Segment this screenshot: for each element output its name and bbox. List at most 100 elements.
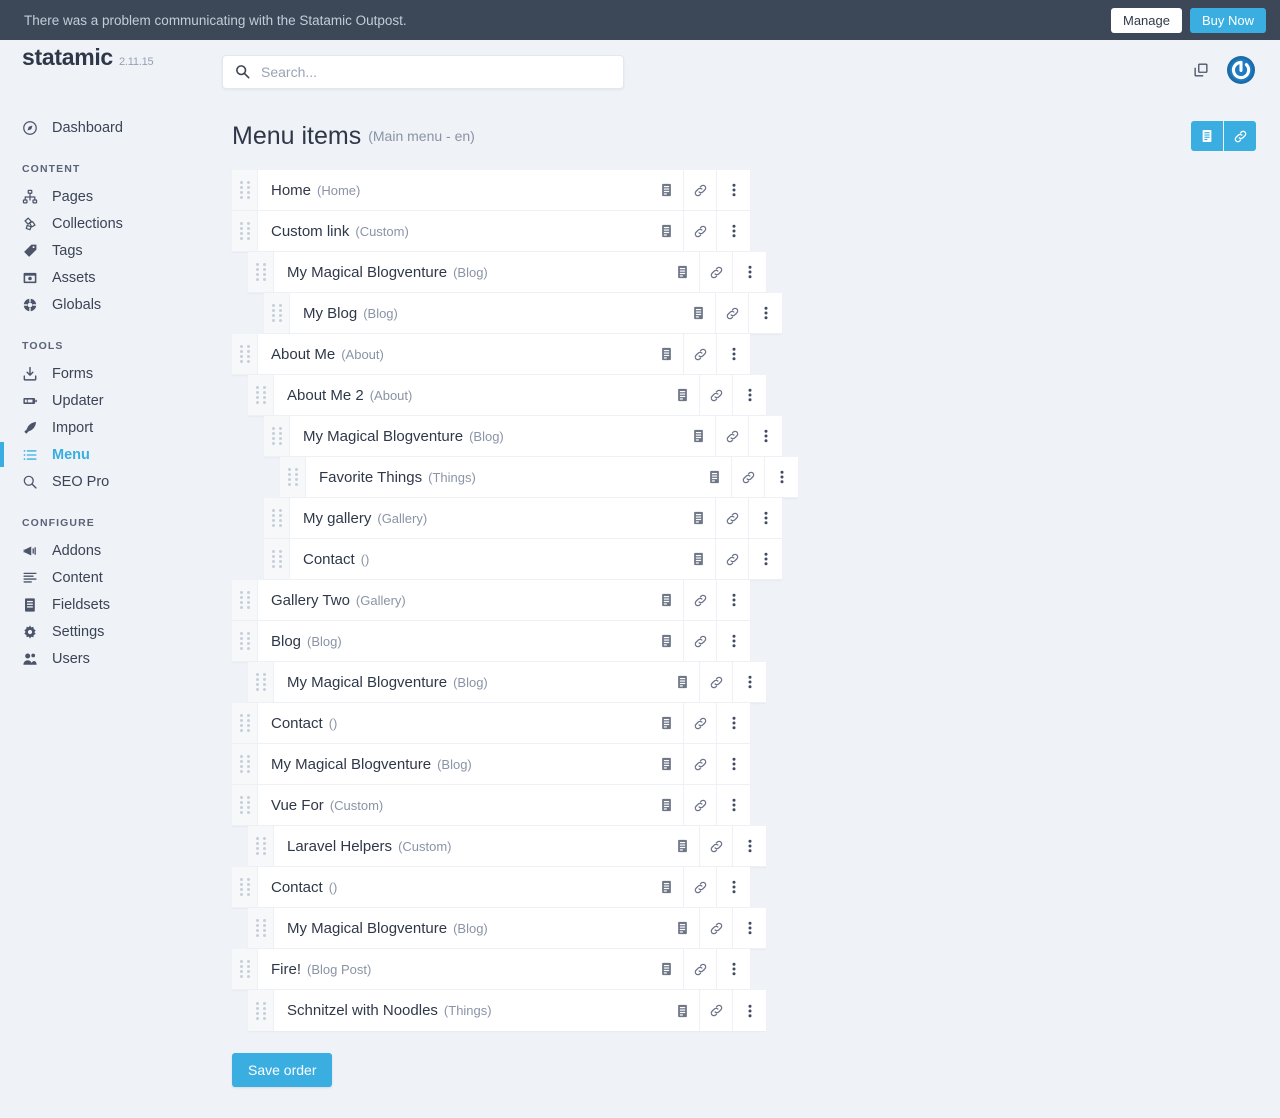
edit-page-icon[interactable] (698, 457, 731, 497)
menu-item-row[interactable]: Favorite Things(Things) (280, 457, 798, 498)
row-menu-icon[interactable] (716, 949, 750, 989)
edit-page-icon[interactable] (650, 211, 683, 251)
edit-link-icon[interactable] (715, 416, 748, 456)
sidebar-item-pages[interactable]: Pages (0, 183, 210, 210)
drag-handle[interactable] (248, 990, 274, 1031)
edit-link-icon[interactable] (699, 662, 732, 702)
edit-page-icon[interactable] (650, 785, 683, 825)
sidebar-item-fieldsets[interactable]: Fieldsets (0, 591, 210, 618)
drag-handle[interactable] (232, 744, 258, 784)
menu-item-row[interactable]: Home(Home) (232, 170, 750, 211)
sidebar-item-assets[interactable]: Assets (0, 264, 210, 291)
sidebar-item-settings[interactable]: Settings (0, 618, 210, 645)
sidebar-item-users[interactable]: Users (0, 645, 210, 672)
drag-handle[interactable] (232, 703, 258, 743)
sidebar-item-updater[interactable]: Updater (0, 387, 210, 414)
edit-page-icon[interactable] (650, 580, 683, 620)
drag-handle[interactable] (232, 211, 258, 251)
row-menu-icon[interactable] (716, 785, 750, 825)
manage-button[interactable]: Manage (1111, 8, 1182, 33)
row-menu-icon[interactable] (716, 580, 750, 620)
row-menu-icon[interactable] (748, 539, 782, 579)
edit-page-icon[interactable] (666, 826, 699, 866)
drag-handle[interactable] (232, 867, 258, 907)
row-menu-icon[interactable] (732, 375, 766, 415)
menu-item-row[interactable]: Blog(Blog) (232, 621, 750, 662)
row-menu-icon[interactable] (748, 293, 782, 333)
edit-page-icon[interactable] (682, 539, 715, 579)
edit-link-icon[interactable] (683, 744, 716, 784)
edit-link-icon[interactable] (699, 908, 732, 948)
menu-item-row[interactable]: Fire!(Blog Post) (232, 949, 750, 990)
edit-link-icon[interactable] (715, 498, 748, 538)
edit-link-icon[interactable] (731, 457, 764, 497)
sidebar-item-forms[interactable]: Forms (0, 360, 210, 387)
edit-link-icon[interactable] (715, 539, 748, 579)
edit-page-icon[interactable] (666, 375, 699, 415)
edit-link-icon[interactable] (683, 949, 716, 989)
row-menu-icon[interactable] (732, 252, 766, 292)
row-menu-icon[interactable] (716, 744, 750, 784)
edit-page-icon[interactable] (666, 908, 699, 948)
menu-item-row[interactable]: Schnitzel with Noodles(Things) (248, 990, 766, 1031)
menu-item-row[interactable]: Vue For(Custom) (232, 785, 750, 826)
row-menu-icon[interactable] (716, 334, 750, 374)
row-menu-icon[interactable] (716, 703, 750, 743)
row-menu-icon[interactable] (732, 826, 766, 866)
sidebar-item-dashboard[interactable]: Dashboard (0, 114, 210, 141)
row-menu-icon[interactable] (732, 662, 766, 702)
menu-item-row[interactable]: My Magical Blogventure(Blog) (264, 416, 782, 457)
user-avatar[interactable] (1226, 55, 1256, 90)
menu-item-row[interactable]: My Magical Blogventure(Blog) (232, 744, 750, 785)
menu-item-row[interactable]: My Magical Blogventure(Blog) (248, 908, 766, 949)
drag-handle[interactable] (232, 580, 258, 620)
row-menu-icon[interactable] (716, 867, 750, 907)
sidebar-item-menu[interactable]: Menu (0, 441, 210, 468)
edit-link-icon[interactable] (699, 375, 732, 415)
drag-handle[interactable] (280, 457, 306, 497)
menu-item-row[interactable]: Custom link(Custom) (232, 211, 750, 252)
drag-handle[interactable] (248, 252, 274, 292)
row-menu-icon[interactable] (732, 990, 766, 1031)
edit-link-icon[interactable] (715, 293, 748, 333)
drag-handle[interactable] (232, 170, 258, 210)
brand[interactable]: statamic 2.11.15 (0, 44, 210, 108)
edit-page-icon[interactable] (682, 416, 715, 456)
menu-item-row[interactable]: Laravel Helpers(Custom) (248, 826, 766, 867)
drag-handle[interactable] (248, 662, 274, 702)
buy-now-button[interactable]: Buy Now (1190, 8, 1266, 33)
edit-link-icon[interactable] (683, 211, 716, 251)
row-menu-icon[interactable] (716, 621, 750, 661)
edit-link-icon[interactable] (683, 785, 716, 825)
sidebar-item-collections[interactable]: Collections (0, 210, 210, 237)
drag-handle[interactable] (232, 949, 258, 989)
edit-page-icon[interactable] (682, 293, 715, 333)
menu-item-row[interactable]: About Me 2(About) (248, 375, 766, 416)
menu-item-row[interactable]: My Magical Blogventure(Blog) (248, 662, 766, 703)
edit-link-icon[interactable] (683, 580, 716, 620)
row-menu-icon[interactable] (764, 457, 798, 497)
row-menu-icon[interactable] (732, 908, 766, 948)
sidebar-item-globals[interactable]: Globals (0, 291, 210, 318)
edit-page-icon[interactable] (650, 334, 683, 374)
edit-page-icon[interactable] (650, 703, 683, 743)
edit-page-icon[interactable] (650, 867, 683, 907)
drag-handle[interactable] (264, 416, 290, 456)
edit-page-icon[interactable] (650, 744, 683, 784)
menu-item-row[interactable]: My Blog(Blog) (264, 293, 782, 334)
menu-item-row[interactable]: My gallery(Gallery) (264, 498, 782, 539)
sidebar-item-import[interactable]: Import (0, 414, 210, 441)
drag-handle[interactable] (248, 908, 274, 948)
menu-item-row[interactable]: About Me(About) (232, 334, 750, 375)
row-menu-icon[interactable] (716, 170, 750, 210)
edit-page-icon[interactable] (666, 252, 699, 292)
drag-handle[interactable] (232, 621, 258, 661)
row-menu-icon[interactable] (748, 416, 782, 456)
drag-handle[interactable] (232, 785, 258, 825)
edit-page-icon[interactable] (650, 621, 683, 661)
drag-handle[interactable] (264, 539, 290, 579)
edit-link-icon[interactable] (683, 703, 716, 743)
search-input[interactable] (222, 55, 624, 89)
show-pages-toggle[interactable] (1191, 121, 1223, 151)
edit-link-icon[interactable] (683, 334, 716, 374)
